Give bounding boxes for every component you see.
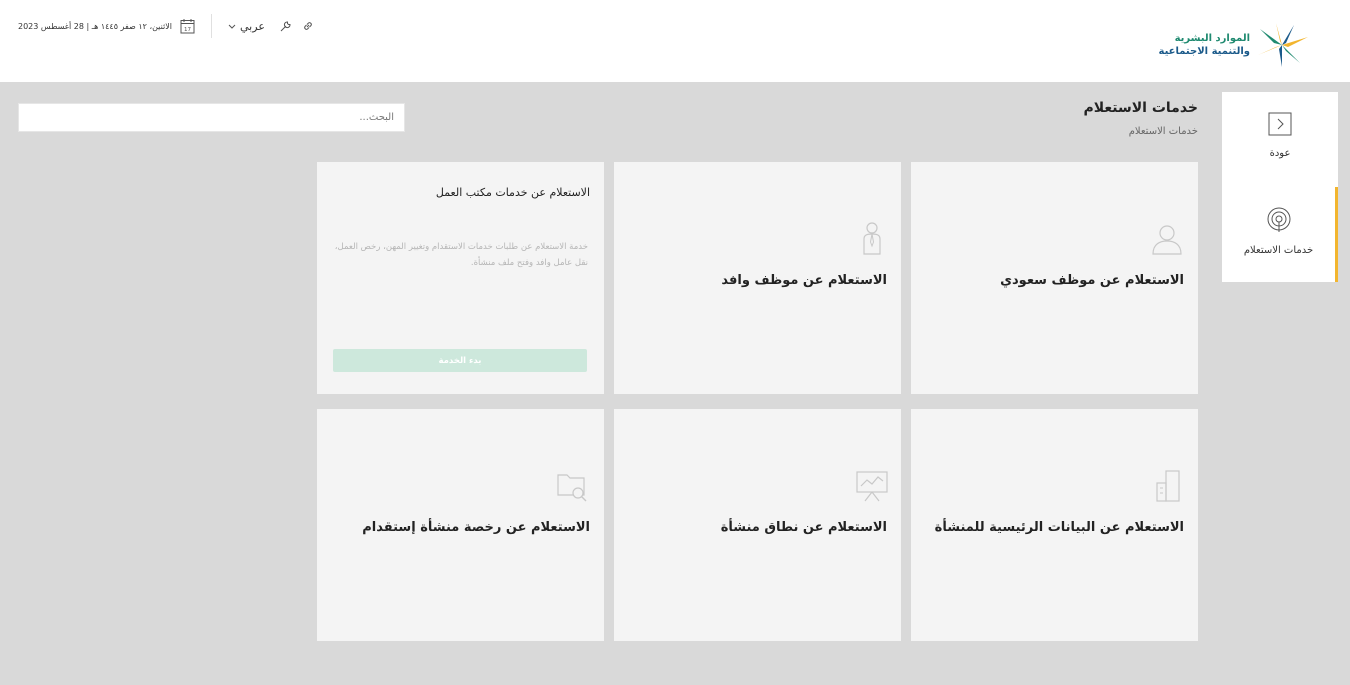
link-icon[interactable] — [302, 20, 314, 32]
card-recruitment-license[interactable]: الاستعلام عن رخصة منشأة إستقدام — [317, 409, 604, 641]
top-toolbar: الاثنين، ١٢ صفر ١٤٤٥ هـ | 28 أغسطس 2023 … — [18, 14, 314, 38]
building-icon — [1154, 469, 1182, 507]
presentation-chart-icon — [855, 469, 889, 507]
card-title: الاستعلام عن موظف سعودي — [1000, 273, 1184, 288]
ministry-star-icon — [1258, 23, 1308, 67]
current-date: الاثنين، ١٢ صفر ١٤٤٥ هـ | 28 أغسطس 2023 — [18, 21, 173, 31]
breadcrumb[interactable]: خدمات الاستعلام — [1129, 126, 1198, 137]
start-service-button[interactable]: بدء الخدمة — [333, 349, 587, 372]
sidebar-item-back[interactable]: عودة — [1222, 112, 1338, 187]
card-title: الاستعلام عن موظف وافد — [721, 273, 887, 288]
wrench-icon[interactable] — [279, 20, 292, 33]
language-selector[interactable]: عربي — [228, 20, 265, 33]
card-establishment-main-data[interactable]: الاستعلام عن البيانات الرئيسية للمنشأة — [911, 409, 1198, 641]
user-icon — [1150, 222, 1184, 260]
svg-text:17: 17 — [184, 27, 191, 33]
sidebar-item-label: عودة — [1269, 148, 1291, 159]
sidebar: عودة خدمات الاستعلام — [1222, 92, 1338, 282]
card-title: الاستعلام عن خدمات مكتب العمل — [435, 186, 590, 199]
card-labor-office-services[interactable]: الاستعلام عن خدمات مكتب العمل خدمة الاست… — [317, 162, 604, 394]
card-saudi-employee[interactable]: الاستعلام عن موظف سعودي — [911, 162, 1198, 394]
person-tie-icon — [861, 222, 883, 260]
language-label: عربي — [240, 19, 265, 33]
logo-line-2: والتنمية الاجتماعية — [1158, 46, 1251, 57]
sidebar-item-label: خدمات الاستعلام — [1243, 245, 1314, 256]
ministry-logo[interactable]: الموارد البشرية والتنمية الاجتماعية — [1158, 20, 1310, 70]
chevron-right-box-icon — [1268, 112, 1292, 140]
card-title: الاستعلام عن البيانات الرئيسية للمنشأة — [934, 520, 1184, 535]
folder-search-icon — [556, 469, 590, 507]
chevron-down-icon — [228, 20, 236, 33]
broadcast-icon — [1266, 207, 1292, 237]
search-input[interactable] — [18, 103, 405, 132]
card-description: خدمة الاستعلام عن طلبات خدمات الاستقدام … — [334, 242, 588, 268]
logo-line-1: الموارد البشرية — [1174, 33, 1250, 44]
card-expat-employee[interactable]: الاستعلام عن موظف وافد — [614, 162, 901, 394]
logo-text: الموارد البشرية والتنمية الاجتماعية — [1158, 32, 1251, 58]
calendar-icon: 17 — [180, 18, 195, 34]
card-title: الاستعلام عن نطاق منشأة — [720, 520, 887, 535]
sidebar-item-inquiry-services[interactable]: خدمات الاستعلام — [1222, 187, 1338, 282]
page-title: خدمات الاستعلام — [1083, 100, 1198, 116]
card-title: الاستعلام عن رخصة منشأة إستقدام — [362, 520, 590, 535]
top-header: الموارد البشرية والتنمية الاجتماعية الاث… — [0, 0, 1350, 82]
toolbar-divider — [211, 14, 213, 38]
card-establishment-range[interactable]: الاستعلام عن نطاق منشأة — [614, 409, 901, 641]
